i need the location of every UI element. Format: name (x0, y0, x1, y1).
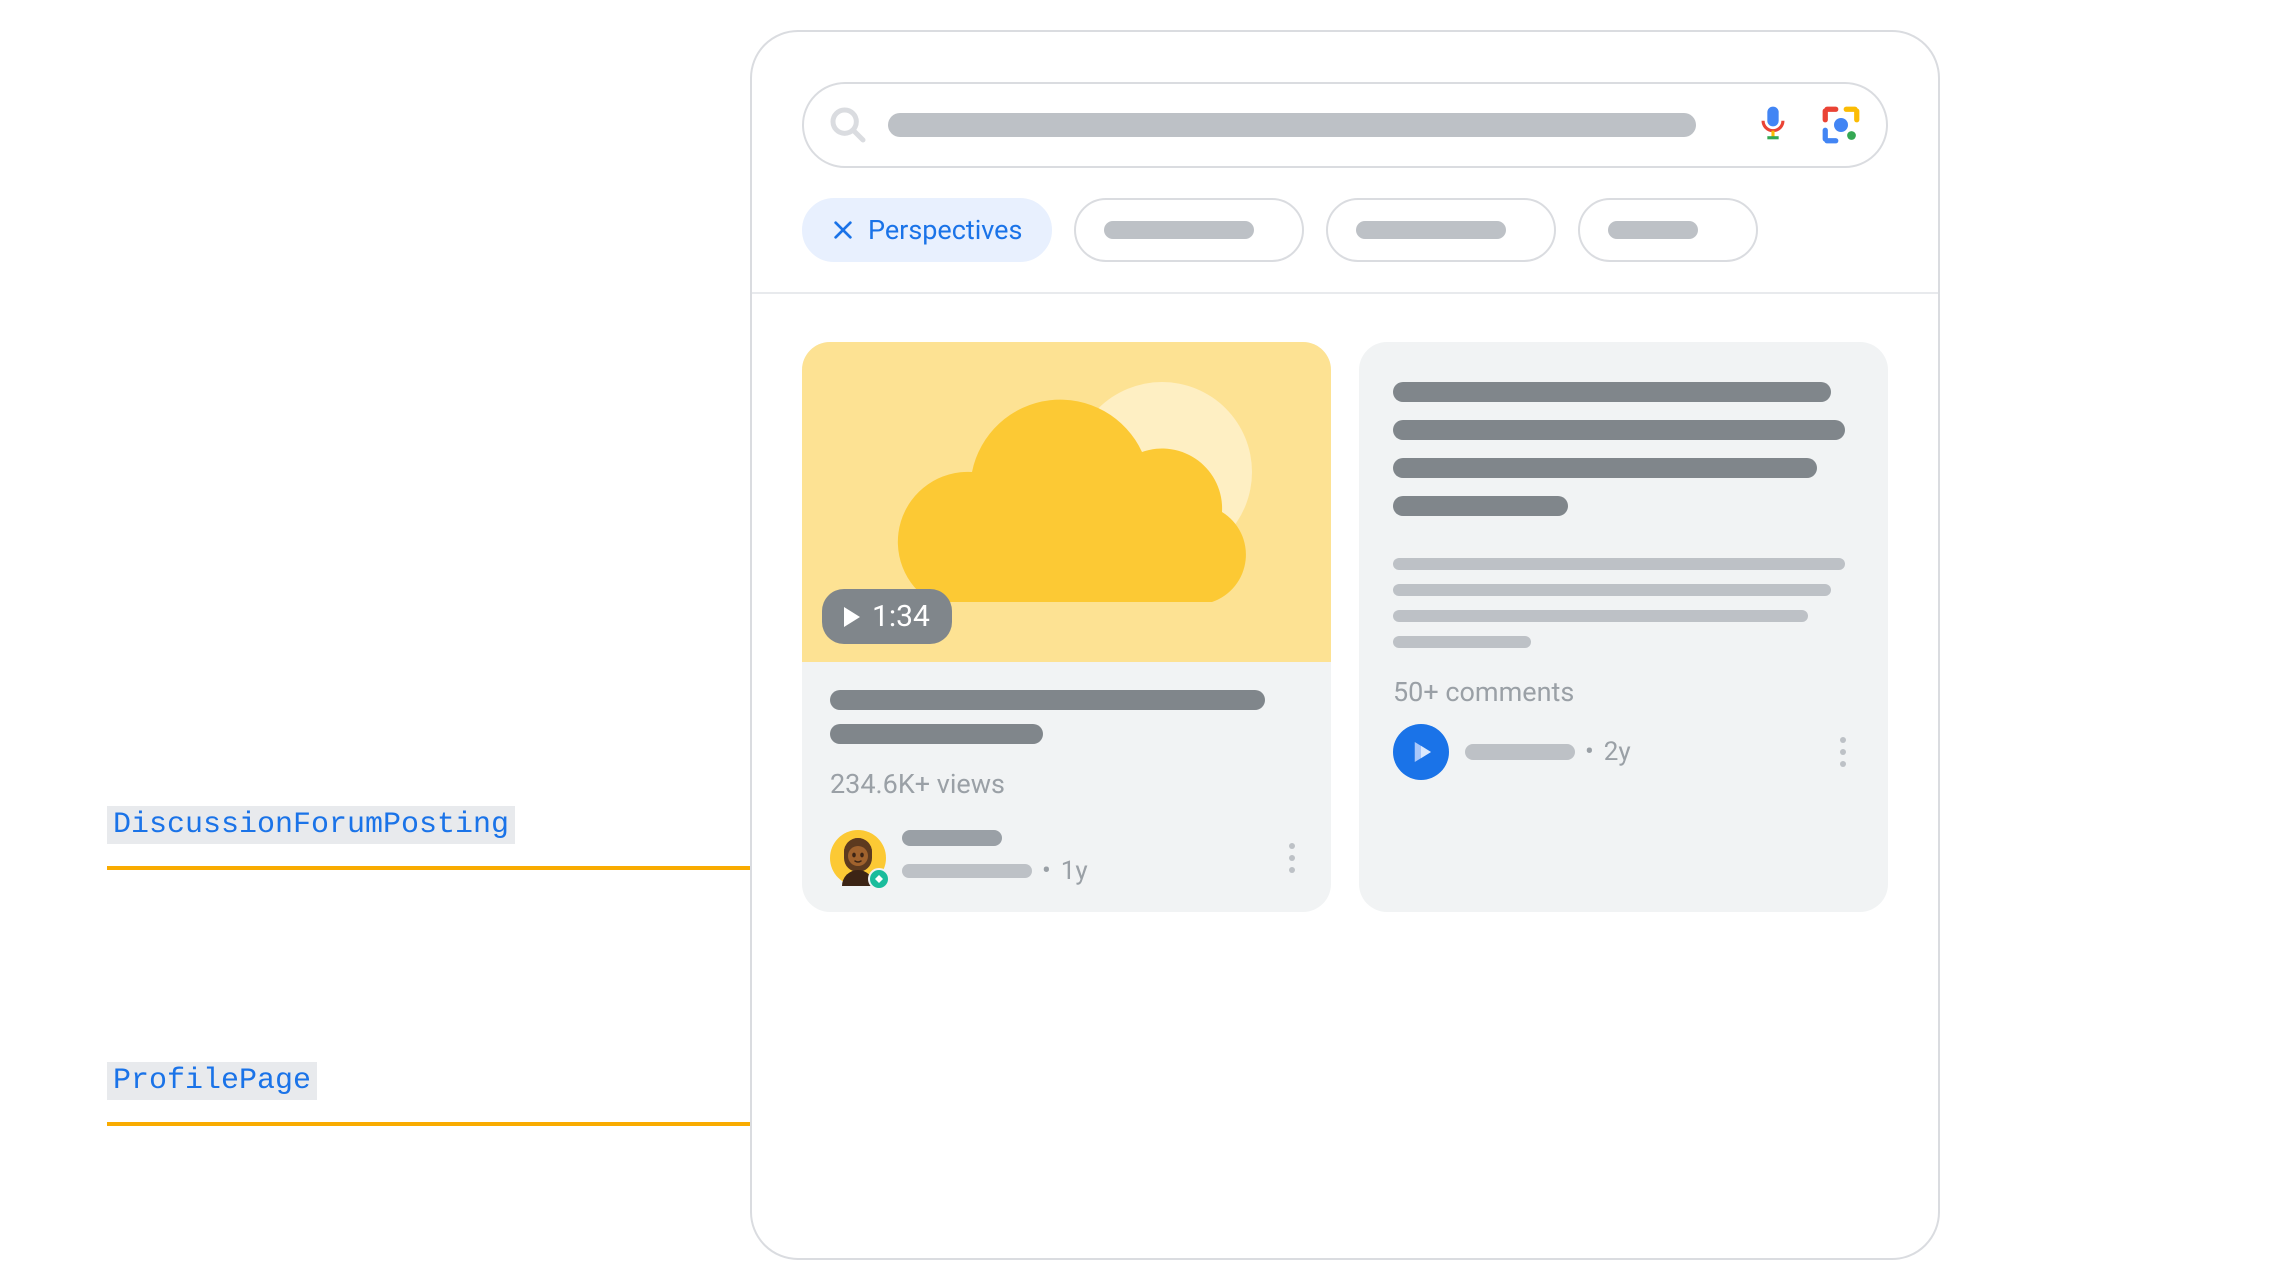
verified-badge-icon (868, 868, 890, 890)
play-badge-icon (1406, 737, 1436, 767)
title-block (1393, 382, 1854, 516)
play-icon (844, 607, 860, 627)
chip-placeholder-bar (1104, 221, 1254, 239)
post-age: 2y (1604, 737, 1631, 767)
result-cards: 1:34 234.6K+ views (752, 294, 1938, 960)
source-name-placeholder (1465, 744, 1575, 760)
source-avatar[interactable] (1393, 724, 1449, 780)
separator-dot: • (1042, 856, 1051, 886)
annotation-label: ProfilePage (107, 1062, 317, 1100)
title-line (1393, 420, 1845, 440)
author-meta-placeholder (902, 864, 1032, 878)
chip-placeholder[interactable] (1326, 198, 1556, 262)
lens-icon[interactable] (1820, 104, 1862, 146)
chip-placeholder-bar (1356, 221, 1506, 239)
chip-placeholder[interactable] (1578, 198, 1758, 262)
author-avatar[interactable] (830, 830, 886, 886)
video-duration: 1:34 (872, 599, 930, 634)
title-line (830, 724, 1043, 744)
source-info: • 2y (1465, 737, 1816, 767)
search-bar[interactable] (802, 82, 1888, 168)
snippet-block (1393, 558, 1854, 648)
search-query-placeholder (888, 113, 1696, 137)
title-line (1393, 496, 1568, 516)
title-line (1393, 382, 1831, 402)
chip-label: Perspectives (868, 214, 1022, 246)
chip-placeholder-bar (1608, 221, 1698, 239)
text-result-card[interactable]: 50+ comments • 2y (1359, 342, 1888, 912)
title-line (1393, 458, 1817, 478)
title-line (830, 690, 1265, 710)
card-body: 50+ comments • 2y (1359, 342, 1888, 806)
separator-dot: • (1585, 737, 1594, 767)
search-results-mock: Perspectives 1:34 (750, 30, 1940, 1260)
snippet-line (1393, 610, 1808, 622)
author-row: • 2y (1393, 724, 1854, 780)
card-body: 234.6K+ views (802, 662, 1331, 912)
snippet-line (1393, 558, 1845, 570)
more-menu-icon[interactable] (1281, 843, 1303, 873)
close-icon (832, 219, 854, 241)
annotation-profile-page: ProfilePage (107, 1062, 317, 1100)
snippet-line (1393, 636, 1531, 648)
author-row: • 1y (830, 830, 1303, 886)
video-duration-badge: 1:34 (822, 589, 952, 644)
search-icon (828, 105, 868, 145)
video-result-card[interactable]: 1:34 234.6K+ views (802, 342, 1331, 912)
annotation-label: DiscussionForumPosting (107, 806, 515, 844)
post-age: 1y (1061, 856, 1088, 886)
view-count: 234.6K+ views (830, 768, 1303, 800)
author-name-placeholder (902, 830, 1002, 846)
snippet-line (1393, 584, 1831, 596)
filter-chips-row: Perspectives (752, 168, 1938, 294)
more-menu-icon[interactable] (1832, 737, 1854, 767)
video-thumbnail: 1:34 (802, 342, 1331, 662)
chip-placeholder[interactable] (1074, 198, 1304, 262)
mic-icon[interactable] (1756, 103, 1790, 147)
chip-perspectives[interactable]: Perspectives (802, 198, 1052, 262)
annotation-discussion-forum-posting: DiscussionForumPosting (107, 806, 515, 844)
author-info: • 1y (902, 830, 1265, 886)
comment-count: 50+ comments (1393, 676, 1854, 708)
